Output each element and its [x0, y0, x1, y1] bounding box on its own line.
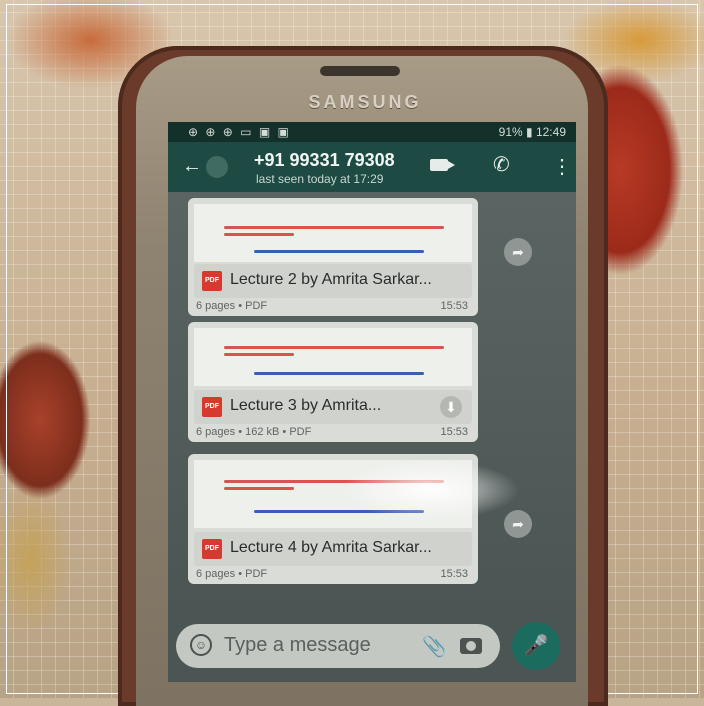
- document-row[interactable]: PDF Lecture 3 by Amrita... ⬇: [194, 390, 472, 424]
- video-call-icon[interactable]: [430, 159, 455, 171]
- status-right: 91% ▮ 12:49: [498, 125, 566, 139]
- avatar[interactable]: [206, 156, 228, 178]
- document-preview: [194, 204, 472, 262]
- screen-glare: [340, 460, 520, 520]
- forward-icon[interactable]: ➦: [504, 510, 532, 538]
- document-meta: 6 pages • PDF: [196, 568, 268, 580]
- last-seen: last seen today at 17:29: [256, 172, 384, 186]
- paperclip-icon[interactable]: 📎: [422, 634, 447, 659]
- download-icon[interactable]: ⬇: [440, 396, 462, 418]
- status-bar: ⊕ ⊕ ⊕ ▭ ▣ ▣ 91% ▮ 12:49: [168, 122, 576, 142]
- message-time: 15:53: [440, 300, 468, 312]
- message-input-bar: ☺ Type a message 📎 🎤: [168, 612, 576, 682]
- notification-icons: ⊕ ⊕ ⊕ ▭ ▣ ▣: [188, 125, 291, 139]
- message-time: 15:53: [440, 426, 468, 438]
- phone-speaker: [320, 66, 400, 76]
- message-input[interactable]: ☺ Type a message 📎: [176, 624, 500, 668]
- message-time: 15:53: [440, 568, 468, 580]
- document-message[interactable]: PDF Lecture 2 by Amrita Sarkar... 6 page…: [188, 198, 478, 316]
- document-title[interactable]: Lecture 4 by Amrita Sarkar...: [230, 539, 432, 557]
- pdf-icon: PDF: [202, 397, 222, 417]
- phone-call-icon[interactable]: ✆: [493, 152, 510, 177]
- contact-name[interactable]: +91 99331 79308: [254, 150, 395, 171]
- document-meta: 6 pages • 162 kB • PDF: [196, 426, 312, 438]
- back-arrow-icon[interactable]: ←: [182, 155, 202, 178]
- phone-brand: SAMSUNG: [308, 92, 422, 112]
- document-row[interactable]: PDF Lecture 2 by Amrita Sarkar...: [194, 264, 472, 298]
- document-title[interactable]: Lecture 2 by Amrita Sarkar...: [230, 271, 432, 289]
- input-placeholder[interactable]: Type a message: [224, 634, 371, 657]
- microphone-icon[interactable]: 🎤: [512, 622, 560, 670]
- document-preview: [194, 328, 472, 386]
- document-title[interactable]: Lecture 3 by Amrita...: [230, 397, 381, 415]
- pdf-icon: PDF: [202, 539, 222, 559]
- document-meta: 6 pages • PDF: [196, 300, 268, 312]
- chat-body: PDF Lecture 2 by Amrita Sarkar... 6 page…: [168, 192, 576, 612]
- forward-icon[interactable]: ➦: [504, 238, 532, 266]
- pdf-icon: PDF: [202, 271, 222, 291]
- document-message[interactable]: PDF Lecture 3 by Amrita... ⬇ 6 pages • 1…: [188, 322, 478, 442]
- more-vert-icon[interactable]: ⋮: [552, 154, 572, 179]
- camera-icon[interactable]: [460, 638, 482, 654]
- document-row[interactable]: PDF Lecture 4 by Amrita Sarkar...: [194, 532, 472, 566]
- chat-header: ← +91 99331 79308 last seen today at 17:…: [168, 142, 576, 192]
- phone-screen: ⊕ ⊕ ⊕ ▭ ▣ ▣ 91% ▮ 12:49 ← +91 99331 7930…: [168, 122, 576, 682]
- emoji-icon[interactable]: ☺: [190, 634, 212, 656]
